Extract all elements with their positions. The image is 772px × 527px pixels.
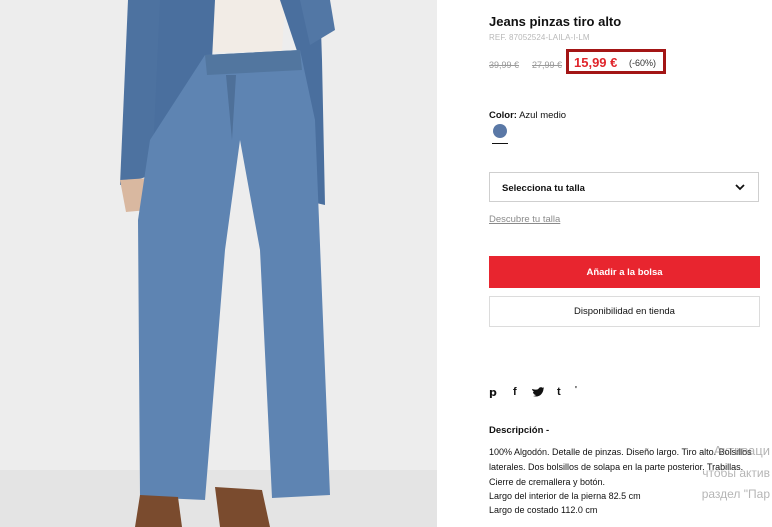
os-activation-watermark-line3: раздел "Пар [701,487,770,501]
selected-swatch-indicator [492,143,508,144]
current-price-highlight: 15,99 € (-60%) [566,49,666,74]
size-select-label: Selecciona tu talla [502,183,585,194]
size-guide-link[interactable]: Descubre tu talla [489,214,560,225]
color-swatch-azul-medio[interactable] [493,124,507,138]
side-length-measure: Largo de costado 112.0 cm [489,505,598,515]
add-to-bag-button[interactable]: Añadir a la bolsa [489,256,760,288]
store-availability-button[interactable]: Disponibilidad en tienda [489,296,760,327]
os-activation-watermark-line2: чтобы актив [702,466,770,480]
os-activation-watermark-line1: Активаци [713,443,770,458]
product-title: Jeans pinzas tiro alto [489,14,622,29]
current-price: 15,99 € [574,55,618,70]
product-reference: REF. 87052524-LAILA-I-LM [489,33,590,42]
facebook-icon[interactable]: f [513,386,517,398]
product-image [0,0,437,527]
description-heading[interactable]: Descripción - [489,425,549,436]
description-toggle-icon: - [546,425,550,436]
product-photo [0,0,437,527]
original-price: 39,99 € [489,60,520,70]
chevron-down-icon [735,184,745,191]
previous-price: 27,99 € [532,60,563,70]
color-value: Azul medio [519,110,567,121]
inseam-measure: Largo del interior de la pierna 82.5 cm [489,491,641,501]
tumblr-icon[interactable]: t [557,386,561,398]
size-select[interactable]: Selecciona tu talla [489,172,759,202]
twitter-icon[interactable] [532,387,544,398]
color-label: Color: Azul medio [489,110,566,121]
discount-badge: (-60%) [629,58,657,68]
more-icon[interactable]: ' [575,385,577,394]
pinterest-icon[interactable]: 𝗽 [489,386,497,399]
color-heading: Color: [489,110,517,121]
